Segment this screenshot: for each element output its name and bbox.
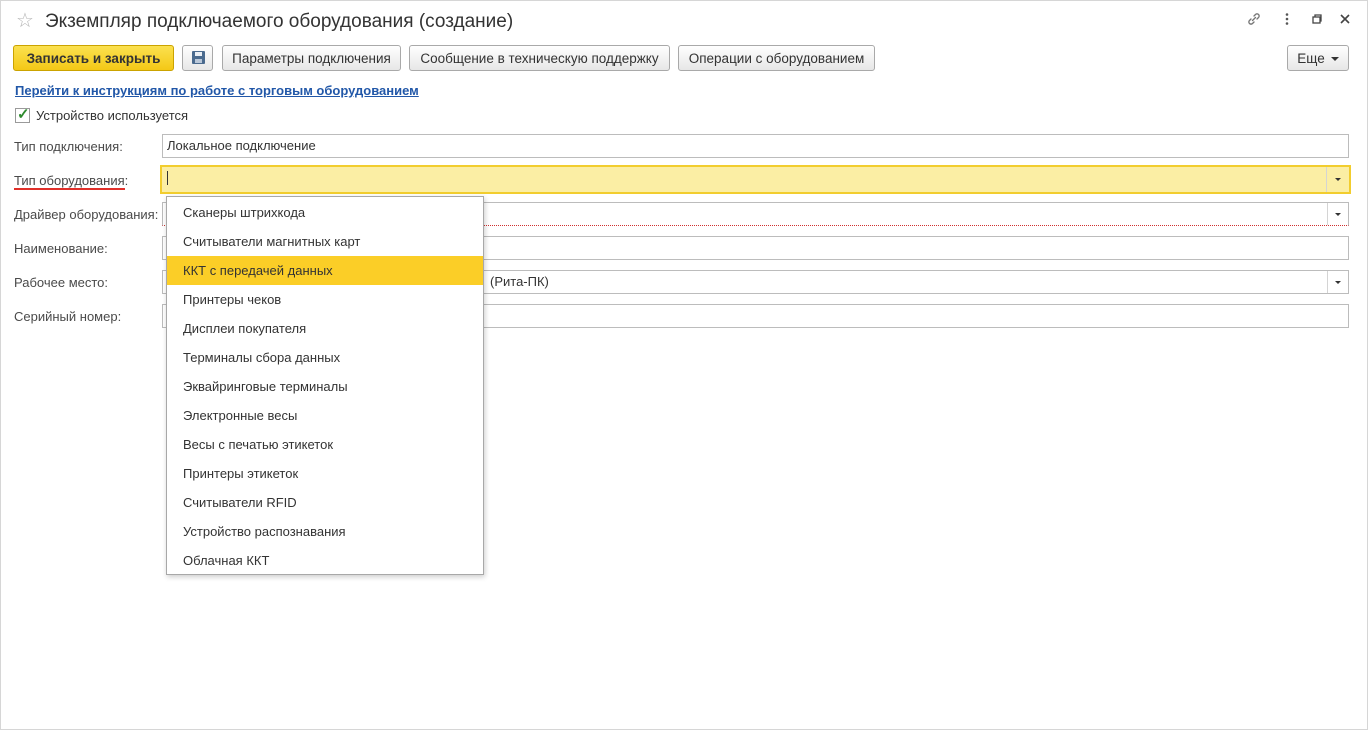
driver-dropdown-button[interactable] (1327, 203, 1348, 225)
workplace-dropdown-button[interactable] (1327, 271, 1348, 293)
floppy-disk-icon (192, 51, 205, 64)
dropdown-item[interactable]: Считыватели RFID (167, 488, 483, 517)
equipment-type-dropdown-button[interactable] (1326, 167, 1349, 192)
equipment-operations-button[interactable]: Операции с оборудованием (678, 45, 875, 71)
text-cursor (167, 171, 168, 185)
device-used-checkbox[interactable]: ✓ (15, 106, 30, 123)
toolbar: Записать и закрыть Параметры подключения… (1, 45, 1367, 73)
link-icon[interactable] (1244, 11, 1264, 31)
dropdown-item[interactable]: Принтеры этикеток (167, 459, 483, 488)
device-used-label: Устройство используется (36, 108, 189, 123)
star-icon[interactable]: ☆ (16, 10, 34, 32)
connection-type-field[interactable]: Локальное подключение (162, 134, 1349, 158)
equipment-type-dropdown: Сканеры штрихкода Считыватели магнитных … (166, 196, 484, 575)
workplace-value: (Рита-ПК) (490, 274, 549, 289)
connection-type-label: Тип подключения: (14, 139, 123, 154)
equipment-type-label: Тип оборудования: (14, 173, 129, 188)
chevron-down-icon (1335, 178, 1341, 181)
equipment-instructions-link[interactable]: Перейти к инструкциям по работе с торгов… (15, 83, 419, 98)
chevron-down-icon (1335, 212, 1341, 216)
dropdown-item[interactable]: Весы с печатью этикеток (167, 430, 483, 459)
chevron-down-icon (1330, 57, 1339, 62)
save-button[interactable] (182, 45, 213, 71)
dropdown-item[interactable]: Считыватели магнитных карт (167, 227, 483, 256)
connection-params-button[interactable]: Параметры подключения (222, 45, 401, 71)
dropdown-item[interactable]: Принтеры чеков (167, 285, 483, 314)
dropdown-item[interactable]: Сканеры штрихкода (167, 198, 483, 227)
restore-icon[interactable] (1307, 11, 1327, 31)
checkmark-icon: ✓ (17, 106, 30, 123)
support-message-button[interactable]: Сообщение в техническую поддержку (409, 45, 670, 71)
dropdown-item[interactable]: Эквайринговые терминалы (167, 372, 483, 401)
dropdown-item-selected[interactable]: ККТ с передачей данных (167, 256, 483, 285)
save-and-close-button[interactable]: Записать и закрыть (13, 45, 174, 71)
dropdown-item[interactable]: Облачная ККТ (167, 546, 483, 575)
chevron-down-icon (1335, 280, 1341, 284)
dropdown-item[interactable]: Устройство распознавания (167, 517, 483, 546)
workplace-label: Рабочее место: (14, 275, 109, 290)
more-vertical-icon[interactable] (1277, 11, 1297, 31)
serial-number-label: Серийный номер: (14, 309, 122, 324)
close-icon[interactable] (1335, 11, 1355, 31)
page-title: Экземпляр подключаемого оборудования (со… (45, 11, 514, 32)
dropdown-item[interactable]: Терминалы сбора данных (167, 343, 483, 372)
required-marker (14, 188, 125, 190)
title-bar: ☆ Экземпляр подключаемого оборудования (… (1, 1, 1367, 41)
dropdown-item[interactable]: Электронные весы (167, 401, 483, 430)
dropdown-item[interactable]: Дисплеи покупателя (167, 314, 483, 343)
equipment-type-field[interactable] (160, 165, 1351, 194)
form-window: ☆ Экземпляр подключаемого оборудования (… (0, 0, 1368, 730)
connection-type-value: Локальное подключение (167, 138, 316, 153)
driver-label: Драйвер оборудования: (14, 207, 159, 222)
more-button[interactable]: Еще (1287, 45, 1349, 71)
more-button-label: Еще (1297, 51, 1325, 66)
name-label: Наименование: (14, 241, 108, 256)
